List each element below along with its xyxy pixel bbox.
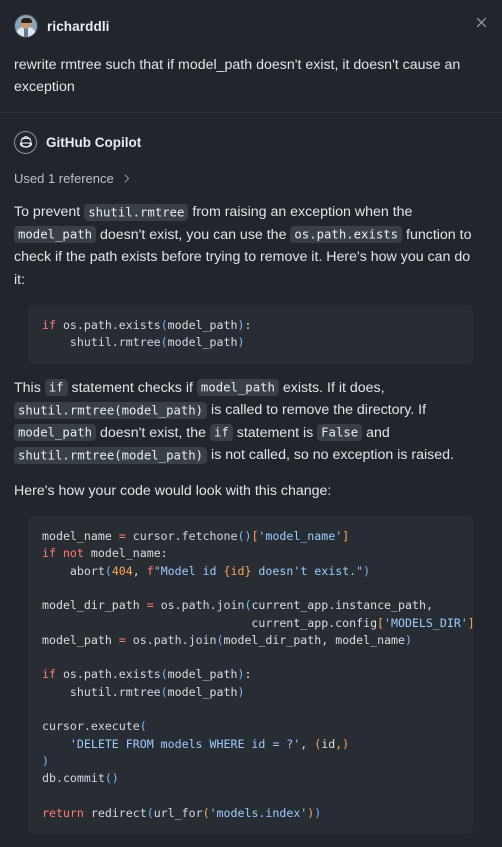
tok-call-rmtree: shutil.rmtree [69,684,161,699]
p2-inline-code-6: False [317,424,363,442]
p2-seg-7: and [362,424,390,441]
p2-seg-4: is called to remove the directory. If [207,402,427,419]
p2-inline-code-7: shutil.rmtree(model_path) [14,446,208,464]
p2-inline-code-1: if [44,379,68,397]
code-block-1[interactable]: if os.path.exists(model_path): shutil.rm… [28,305,473,364]
avatar [14,14,38,38]
p1-seg-3: doesn't exist, you can use the [96,226,291,243]
p2-inline-code-2: model_path [196,379,279,397]
assistant-paragraph-2: This if statement checks if model_path e… [14,377,484,467]
p1-inline-code-1: shutil.rmtree [84,203,189,221]
tok-var-model-path-1: model_path [42,632,112,647]
tok-str-model-name: 'model_name' [258,529,343,544]
used-references-toggle[interactable]: Used 1 reference [14,171,132,186]
used-references-label: Used 1 reference [14,171,114,186]
tok-var-model-name-2: model_name [90,546,161,561]
p2-seg-1: This [14,379,45,396]
tok-str-sql: 'DELETE FROM models WHERE id = ?' [69,736,301,751]
tok-os-path-exists: os.path.exists [62,318,161,332]
code-block-2[interactable]: model_name = cursor.fetchone()['model_na… [28,516,473,835]
tok-kw-if: if [42,318,56,332]
user-header: richarddli [14,10,488,42]
tok-attr-instance-path: current_app.instance_path [251,598,426,613]
tok-var-id: id [321,736,336,751]
tok-call-exists: os.path.exists [62,667,161,682]
p1-seg-2: from raising an exception when the [188,204,413,220]
assistant-header: GitHub Copilot [14,127,488,157]
tok-call-fetchone: cursor.fetchone [132,529,238,544]
tok-call-url-for: url_for [153,805,203,820]
username-label: richarddli [47,18,110,34]
chevron-right-icon [121,173,132,184]
p2-seg-3: exists. If it does, [278,379,385,396]
tok-num-404: 404 [111,563,133,578]
tok-kw-if-1: if [42,546,56,561]
tok-call-execute: cursor.execute [42,719,140,734]
copilot-icon [14,130,37,154]
tok-var-model-name-3: model_name [335,632,406,647]
code-block-1-content: if os.path.exists(model_path): shutil.rm… [42,318,252,350]
p2-seg-2: statement checks if [67,379,197,396]
tok-var-model-path-3: model_path [167,684,238,699]
assistant-paragraph-3: Here's how your code would look with thi… [14,482,332,499]
tok-fstring-prefix: f [146,563,154,578]
tok-var-model-name: model_name [42,529,112,544]
p2-seg-8: is not called, so no exception is raised… [207,447,454,464]
tok-shutil-rmtree: shutil.rmtree [69,335,161,350]
assistant-message-turn: GitHub Copilot Used 1 reference To preve… [0,113,502,847]
user-message-turn: richarddli rewrite rmtree such that if m… [0,0,502,113]
p2-seg-6: statement is [232,424,318,441]
tok-str-models-dir: 'MODELS_DIR' [384,615,468,630]
p2-inline-code-4: model_path [14,424,97,442]
p2-inline-code-5: if [209,424,233,442]
user-message-text: rewrite rmtree such that if model_path d… [14,57,461,95]
tok-arg-model-path-2: model_path [167,335,238,350]
tok-var-model-dir-path: model_dir_path [42,598,140,613]
p2-seg-5: doesn't exist, the [96,424,210,441]
assistant-name-label: GitHub Copilot [46,134,142,150]
tok-call-redirect: redirect [90,805,147,820]
p1-seg-1: To prevent [14,204,85,220]
tok-kw-return: return [42,805,84,820]
p2-inline-code-3: shutil.rmtree(model_path) [14,401,208,419]
tok-call-commit: db.commit [42,771,105,786]
tok-var-model-path-2: model_path [167,667,238,682]
tok-call-abort: abort [69,563,105,578]
p1-inline-code-2: model_path [14,226,97,243]
p1-inline-code-3: os.path.exists [290,226,403,243]
tok-attr-config: current_app.config [251,615,378,630]
tok-call-join-1: os.path.join [160,598,245,613]
tok-str-models-index: 'models.index' [209,805,308,820]
code-block-2-content: model_name = cursor.fetchone()['model_na… [42,529,473,820]
assistant-paragraph-1: To prevent shutil.rmtree from raising an… [14,201,484,291]
copilot-chat-panel: richarddli rewrite rmtree such that if m… [0,0,502,847]
tok-var-model-dir-path-2: model_dir_path [223,632,322,647]
close-icon[interactable] [471,12,491,32]
tok-kw-not: not [62,546,84,561]
tok-call-join-2: os.path.join [132,632,217,647]
tok-arg-model-path: model_path [167,318,238,332]
tok-kw-if-2: if [42,667,56,682]
